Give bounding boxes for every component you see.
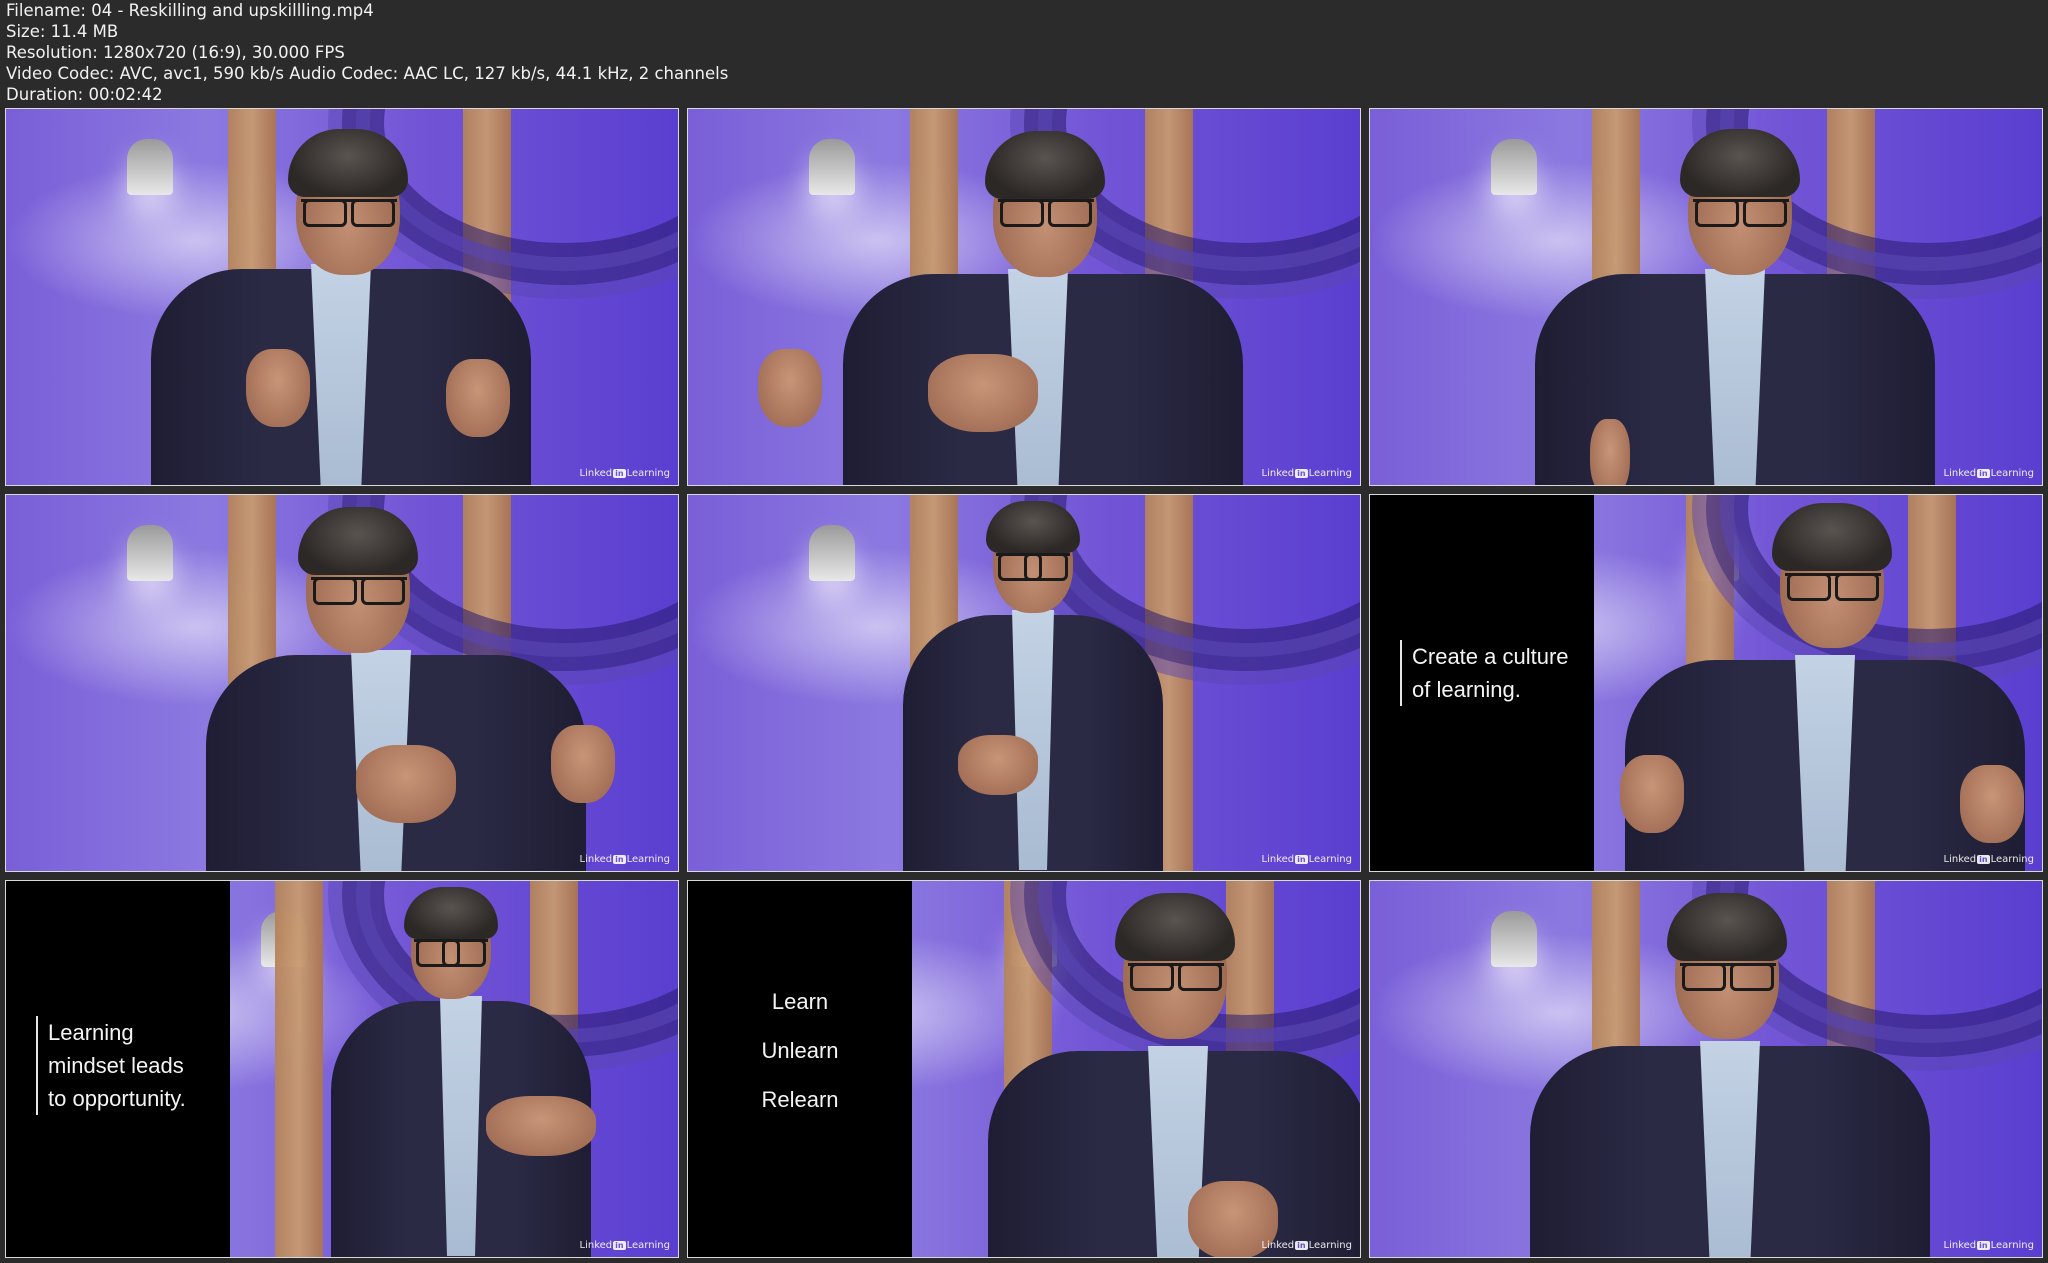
codec-text: Video Codec: AVC, avc1, 590 kb/s Audio C… — [6, 64, 729, 83]
thumbnail-2: Linked in Learning — [687, 108, 1361, 486]
duration-text: Duration: 00:02:42 — [6, 85, 163, 104]
presenter — [6, 495, 678, 871]
thumbnail-8: Learn Unlearn Relearn Linked in Learning — [687, 880, 1361, 1258]
presenter — [688, 109, 1360, 485]
caption-text: Create a culture of learning. — [1400, 640, 1569, 706]
thumbnail-3: Linked in Learning — [1369, 108, 2043, 486]
thumbnail-5: Linked in Learning — [687, 494, 1361, 872]
linkedin-learning-logo: Linked in Learning — [1261, 854, 1352, 865]
resolution-text: Resolution: 1280x720 (16:9), 30.000 FPS — [6, 43, 345, 62]
filename-text: Filename: 04 - Reskilling and upskilllin… — [6, 1, 374, 20]
caption-panel: Learn Unlearn Relearn — [688, 881, 912, 1257]
file-info: Filename: 04 - Reskilling and upskilllin… — [6, 0, 728, 105]
caption-text: Learn Unlearn Relearn — [761, 989, 839, 1112]
presenter — [6, 109, 678, 485]
caption-text: Learning mindset leads to opportunity. — [36, 1016, 186, 1115]
thumbnail-4: Linked in Learning — [5, 494, 679, 872]
caption-panel: Create a culture of learning. — [1370, 495, 1594, 871]
linkedin-learning-logo: Linked in Learning — [1943, 854, 2034, 865]
linkedin-learning-logo: Linked in Learning — [1261, 1240, 1352, 1251]
thumbnail-1: Linked in Learning — [5, 108, 679, 486]
linkedin-learning-logo: Linked in Learning — [1261, 468, 1352, 479]
presenter — [1370, 109, 2042, 485]
thumbnail-grid: Linked in Learning Linked in Learning Linked… — [5, 108, 2043, 1258]
linkedin-learning-logo: Linked in Learning — [579, 854, 670, 865]
linkedin-learning-logo: Linked in Learning — [1943, 468, 2034, 479]
thumbnail-7: Learning mindset leads to opportunity. L… — [5, 880, 679, 1258]
linkedin-learning-logo: Linked in Learning — [579, 1240, 670, 1251]
thumbnail-9: Linked in Learning — [1369, 880, 2043, 1258]
presenter — [688, 495, 1360, 871]
caption-panel: Learning mindset leads to opportunity. — [6, 881, 230, 1257]
thumbnail-6: Create a culture of learning. Linked in Le… — [1369, 494, 2043, 872]
presenter — [1370, 881, 2042, 1257]
linkedin-learning-logo: Linked in Learning — [1943, 1240, 2034, 1251]
size-text: Size: 11.4 MB — [6, 22, 119, 41]
linkedin-learning-logo: Linked in Learning — [579, 468, 670, 479]
